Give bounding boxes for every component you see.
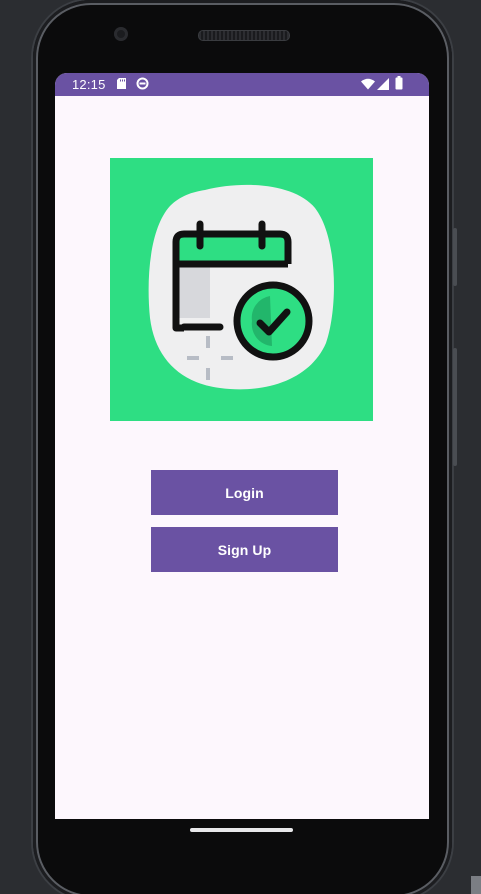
earpiece-speaker (198, 30, 290, 41)
sign-up-button[interactable]: Sign Up (151, 527, 338, 572)
volume-button[interactable] (453, 348, 457, 466)
front-camera (114, 27, 128, 41)
wifi-icon (361, 78, 375, 93)
window-corner (471, 876, 481, 894)
status-bar: 12:15 (55, 73, 429, 96)
gesture-nav-handle[interactable] (190, 828, 293, 832)
status-time: 12:15 (72, 77, 106, 92)
sync-icon (136, 77, 149, 93)
app-logo-image (110, 158, 373, 421)
signal-icon (377, 78, 389, 93)
calendar-check-icon (148, 184, 334, 390)
app-screen: 12:15 Login Sign Up (55, 73, 429, 819)
sd-card-icon (116, 77, 127, 93)
battery-icon (395, 76, 403, 93)
emulator-stage: 12:15 Login Sign Up (0, 0, 481, 894)
power-button[interactable] (453, 228, 457, 286)
login-button[interactable]: Login (151, 470, 338, 515)
